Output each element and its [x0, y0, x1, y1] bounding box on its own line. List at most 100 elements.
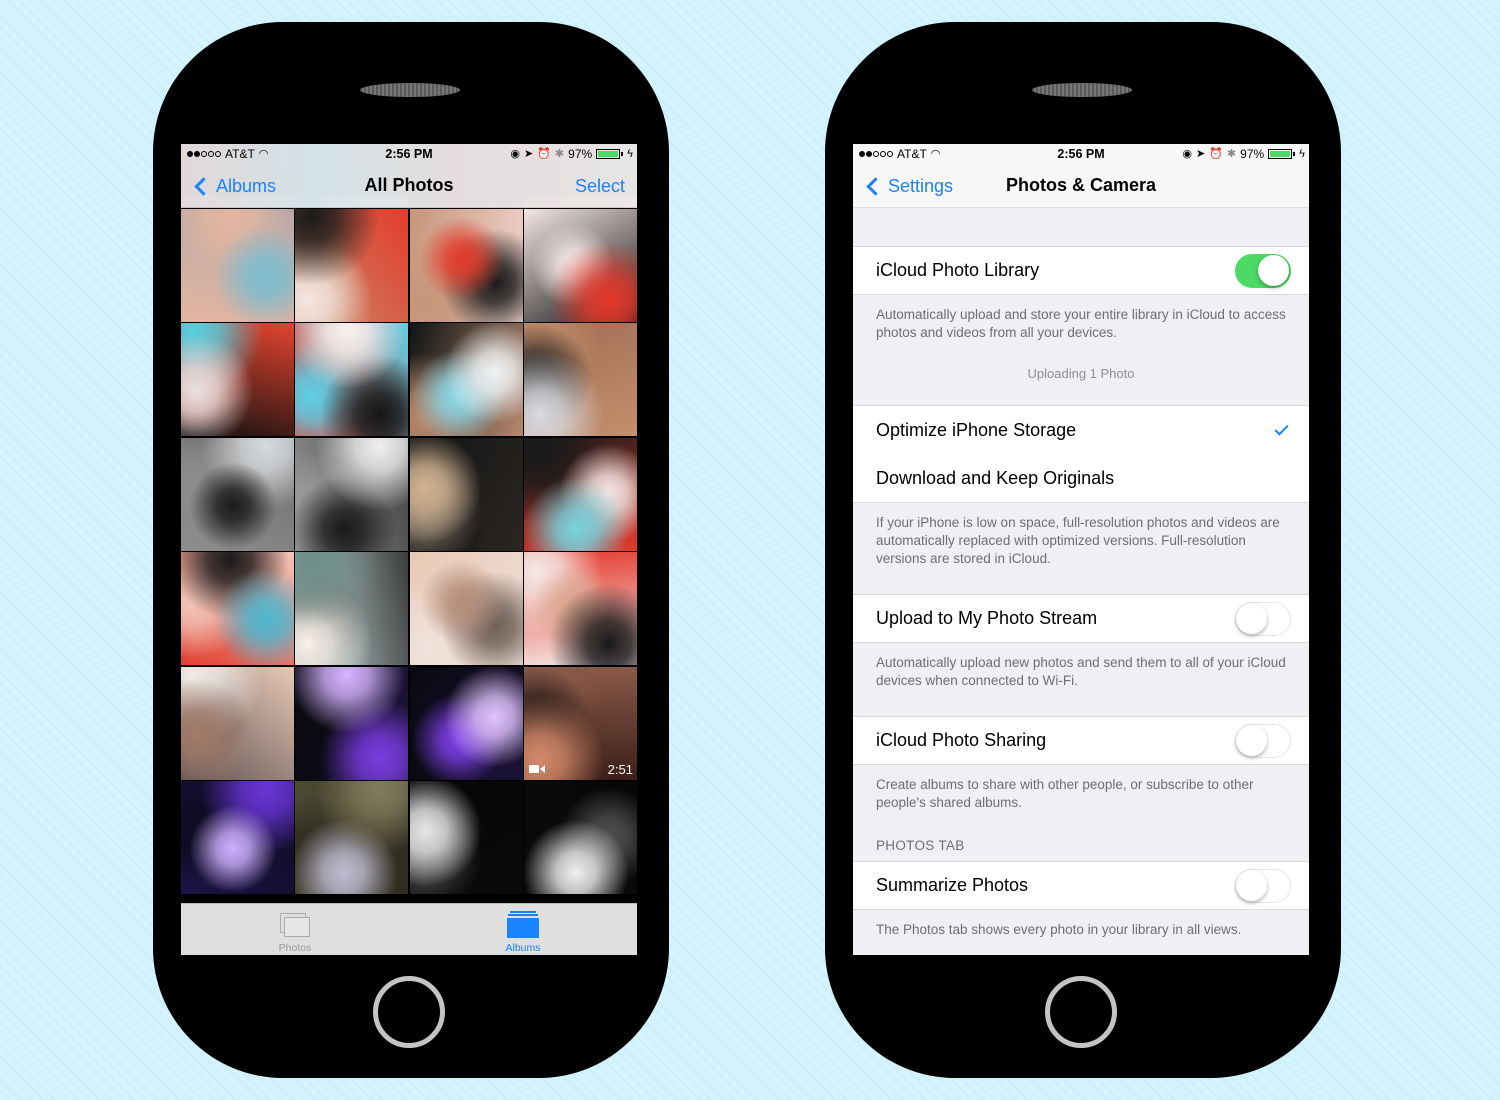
- photo-thumbnail[interactable]: [181, 323, 294, 436]
- nav-bar: Albums All Photos Select: [181, 164, 637, 208]
- photo-thumbnail[interactable]: [295, 323, 409, 436]
- video-badge: 2:51: [528, 762, 633, 777]
- photo-thumbnail[interactable]: [409, 552, 523, 665]
- tab-label: Albums: [505, 942, 541, 954]
- bluetooth-icon: ✱: [1226, 147, 1237, 160]
- photos-tab-footer: The Photos tab shows every photo in your…: [876, 922, 1242, 937]
- tab-label: Photos: [278, 942, 312, 954]
- photo-thumbnail[interactable]: [409, 666, 523, 780]
- signal-strength-icon: [859, 151, 893, 157]
- tab-photos[interactable]: Photos: [181, 904, 409, 955]
- alarm-icon: ⏰: [537, 147, 551, 160]
- photo-thumbnail[interactable]: [523, 437, 637, 551]
- photo-sharing-footer: Create albums to share with other people…: [876, 777, 1254, 810]
- photo-thumbnail[interactable]: [295, 666, 409, 780]
- photo-thumbnail[interactable]: [181, 781, 294, 894]
- bluetooth-icon: ✱: [554, 147, 565, 160]
- icloud-photo-library-toggle[interactable]: [1235, 253, 1291, 288]
- back-label: Albums: [216, 175, 277, 196]
- photo-thumbnail[interactable]: [523, 552, 637, 665]
- photo-thumbnail[interactable]: [181, 437, 294, 551]
- location-icon: ➤: [1196, 147, 1206, 160]
- row-label: Upload to My Photo Stream: [876, 608, 1098, 628]
- photo-thumbnail[interactable]: [181, 208, 294, 322]
- row-label: iCloud Photo Sharing: [876, 730, 1047, 750]
- photo-thumbnail[interactable]: [295, 781, 409, 894]
- storage-footer: If your iPhone is low on space, full-res…: [876, 515, 1280, 566]
- orientation-lock-icon: ◉: [510, 147, 520, 160]
- row-label: iCloud Photo Library: [876, 260, 1040, 280]
- tab-bar: Photos Albums: [181, 903, 637, 955]
- photo-stream-footer: Automatically upload new photos and send…: [876, 655, 1286, 688]
- page-title: Photos & Camera: [1005, 175, 1157, 195]
- wifi-icon: ◠: [258, 147, 269, 160]
- optimize-storage-option[interactable]: Optimize iPhone Storage: [853, 405, 1309, 455]
- icloud-photo-library-row: iCloud Photo Library: [853, 246, 1309, 295]
- status-bar: AT&T ◠ 2:56 PM ◉ ➤ ⏰ ✱ 97% ϟ: [181, 144, 637, 164]
- albums-icon: [507, 911, 539, 939]
- photo-sharing-toggle[interactable]: [1235, 723, 1291, 758]
- battery-icon: [596, 149, 624, 159]
- row-label: Summarize Photos: [876, 875, 1029, 895]
- battery-fill: [1270, 151, 1290, 157]
- back-button-settings[interactable]: Settings: [865, 164, 953, 208]
- carrier-label: AT&T: [897, 147, 927, 161]
- earpiece-speaker: [360, 83, 460, 97]
- icloud-photo-library-footer: Automatically upload and store your enti…: [876, 307, 1286, 340]
- photo-thumbnail[interactable]: [409, 323, 523, 436]
- orientation-lock-icon: ◉: [1182, 147, 1192, 160]
- tab-albums[interactable]: Albums: [409, 904, 637, 955]
- location-icon: ➤: [524, 147, 534, 160]
- row-label: Optimize iPhone Storage: [876, 419, 1077, 440]
- home-button[interactable]: [373, 976, 445, 1048]
- photo-stream-toggle[interactable]: [1235, 601, 1291, 636]
- status-bar: AT&T ◠ 2:56 PM ◉ ➤ ⏰ ✱ 97% ϟ: [853, 144, 1309, 164]
- download-originals-option[interactable]: Download and Keep Originals: [853, 454, 1309, 503]
- photos-screen: AT&T ◠ 2:56 PM ◉ ➤ ⏰ ✱ 97% ϟ Albums All …: [181, 144, 637, 955]
- photo-thumbnail[interactable]: [295, 552, 409, 665]
- battery-icon: [1268, 149, 1296, 159]
- signal-strength-icon: [187, 151, 221, 157]
- section-header-photos-tab: PHOTOS TAB: [876, 838, 965, 853]
- photo-thumbnail[interactable]: [409, 437, 523, 551]
- back-label: Settings: [888, 175, 954, 196]
- photo-thumbnail[interactable]: [523, 323, 637, 436]
- battery-percent: 97%: [1240, 147, 1265, 161]
- photo-thumbnail[interactable]: [181, 552, 294, 665]
- photo-thumbnail[interactable]: [523, 781, 637, 894]
- photo-stream-row: Upload to My Photo Stream: [853, 594, 1309, 643]
- row-label: Download and Keep Originals: [876, 467, 1115, 488]
- photo-thumbnail[interactable]: [295, 437, 409, 551]
- photo-thumbnail[interactable]: [409, 208, 523, 322]
- photo-grid: 2:51: [181, 196, 637, 894]
- back-button-albums[interactable]: Albums: [193, 164, 276, 208]
- earpiece-speaker: [1032, 83, 1132, 97]
- chevron-left-icon: [194, 176, 213, 196]
- checkmark-icon: [1274, 420, 1289, 436]
- battery-fill: [598, 151, 618, 157]
- photo-thumbnail[interactable]: [523, 208, 637, 322]
- upload-status: Uploading 1 Photo: [1027, 366, 1135, 381]
- iphone-frame-photos: AT&T ◠ 2:56 PM ◉ ➤ ⏰ ✱ 97% ϟ Albums All …: [153, 22, 669, 1078]
- nav-bar: Settings Photos & Camera: [853, 164, 1309, 208]
- select-button[interactable]: Select: [575, 164, 625, 208]
- video-thumbnail[interactable]: 2:51: [523, 666, 637, 780]
- summarize-photos-row: Summarize Photos: [853, 861, 1309, 910]
- battery-percent: 97%: [568, 147, 593, 161]
- photo-thumbnail[interactable]: [295, 208, 409, 322]
- charging-icon: ϟ: [1299, 147, 1305, 160]
- wifi-icon: ◠: [930, 147, 941, 160]
- photo-thumbnail[interactable]: [181, 666, 294, 780]
- chevron-left-icon: [866, 176, 885, 196]
- photos-stack-icon: [278, 911, 312, 939]
- charging-icon: ϟ: [627, 147, 633, 160]
- settings-screen: AT&T ◠ 2:56 PM ◉ ➤ ⏰ ✱ 97% ϟ Settings Ph…: [853, 144, 1309, 955]
- home-button[interactable]: [1045, 976, 1117, 1048]
- settings-list: iCloud Photo Library Automatically uploa…: [853, 208, 1309, 955]
- summarize-photos-toggle[interactable]: [1235, 868, 1291, 903]
- alarm-icon: ⏰: [1209, 147, 1223, 160]
- carrier-label: AT&T: [225, 147, 255, 161]
- iphone-frame-settings: AT&T ◠ 2:56 PM ◉ ➤ ⏰ ✱ 97% ϟ Settings Ph…: [825, 22, 1341, 1078]
- video-camera-icon: [528, 765, 545, 773]
- photo-thumbnail[interactable]: [409, 781, 523, 894]
